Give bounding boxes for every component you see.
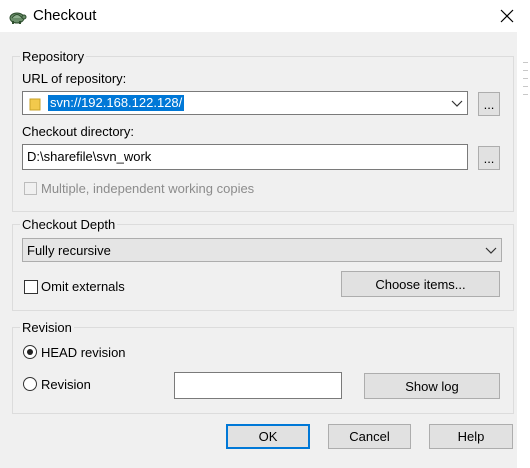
revision-label: Revision [41,377,91,392]
checkout-depth-label: Checkout Depth [20,217,118,232]
omit-externals-label: Omit externals [41,279,125,294]
depth-dropdown[interactable]: Fully recursive [22,238,502,262]
window-edge [517,32,530,468]
url-value: svn://192.168.122.128/ [48,95,185,111]
revision-input[interactable] [174,372,342,399]
multiple-copies-checkbox[interactable] [24,182,37,195]
tortoise-icon [9,12,27,24]
depth-selected: Fully recursive [27,243,111,258]
repository-group-label: Repository [20,49,87,64]
directory-browse-button[interactable]: ... [478,146,500,170]
checkout-dialog: Checkout Repository URL of repository: s… [0,0,530,468]
chevron-down-icon[interactable] [485,244,497,256]
folder-icon [29,98,41,111]
chevron-down-icon[interactable] [451,97,463,109]
head-revision-label: HEAD revision [41,345,126,360]
close-icon [500,9,514,23]
multiple-copies-label: Multiple, independent working copies [41,181,255,196]
checkout-directory-label: Checkout directory: [22,124,134,139]
revision-radio[interactable] [23,377,37,391]
close-button[interactable] [484,0,530,32]
cancel-button[interactable]: Cancel [328,424,411,449]
revision-group-label: Revision [20,320,74,335]
choose-items-button[interactable]: Choose items... [341,271,500,297]
url-combobox[interactable]: svn://192.168.122.128/ [22,91,468,115]
show-log-button[interactable]: Show log [364,373,500,399]
head-revision-radio[interactable] [23,345,37,359]
omit-externals-checkbox[interactable] [24,280,38,294]
revision-group [12,327,514,414]
url-browse-button[interactable]: ... [478,92,500,116]
window-title: Checkout [33,7,97,24]
help-button[interactable]: Help [429,424,513,449]
title-bar: Checkout [0,0,530,32]
url-label: URL of repository: [22,71,127,86]
ok-button[interactable]: OK [226,424,310,449]
checkout-directory-input[interactable]: D:\sharefile\svn_work [22,144,468,170]
